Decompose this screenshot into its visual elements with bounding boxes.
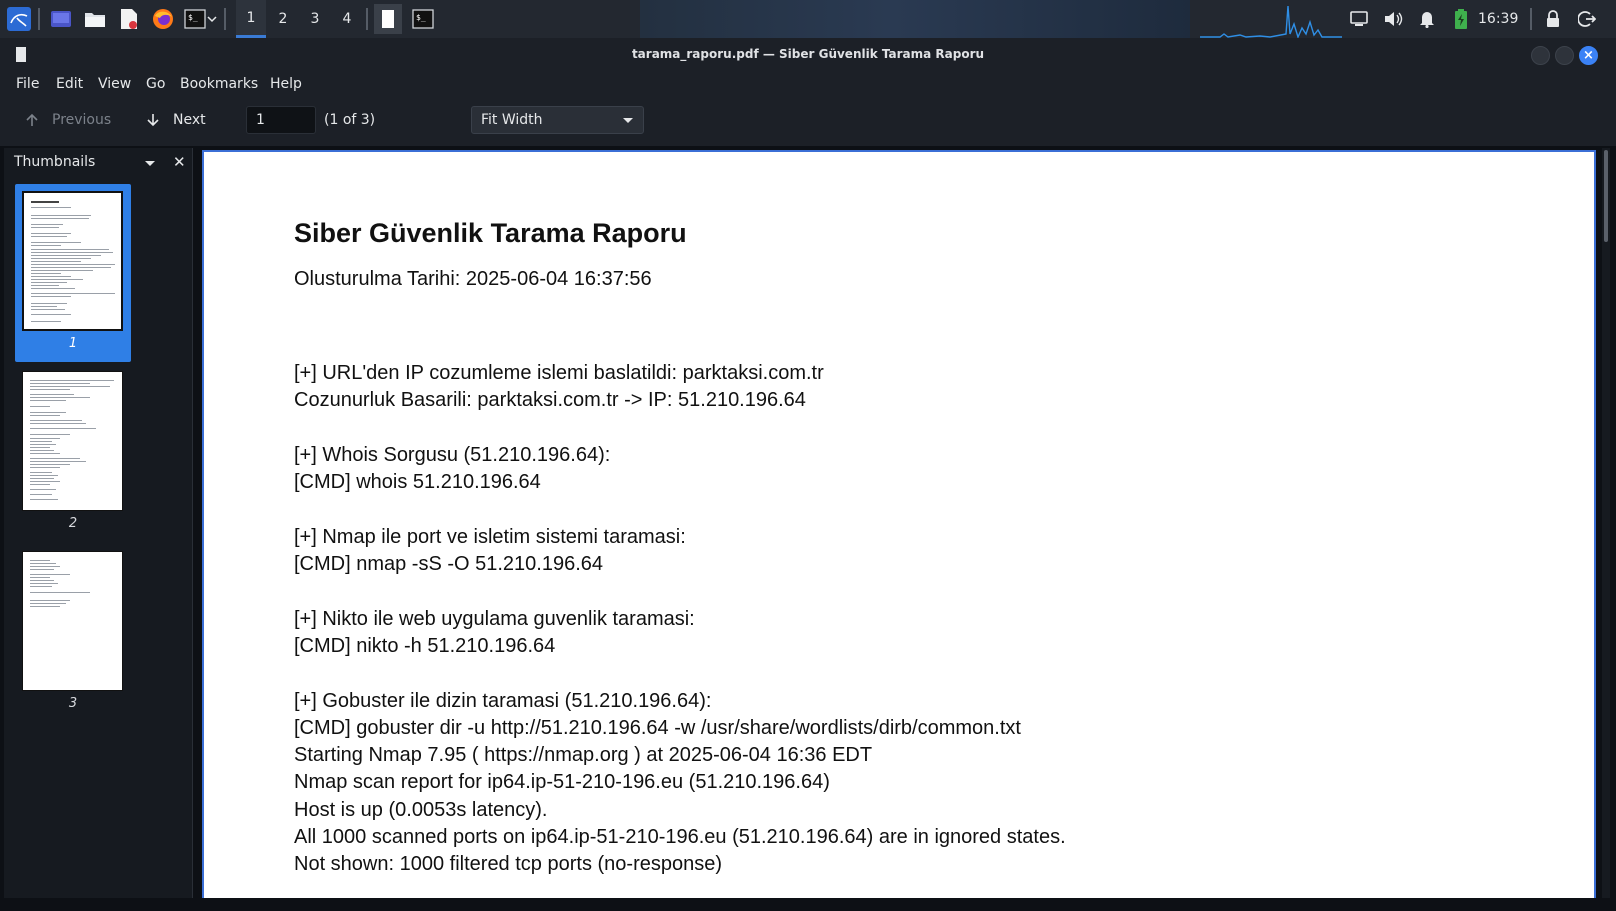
document-line: Not shown: 1000 filtered tcp ports (no-r… <box>294 853 722 876</box>
document-line: Cozunurluk Basarili: parktaksi.com.tr ->… <box>294 389 806 412</box>
page-count: (1 of 3) <box>324 112 376 128</box>
chevron-down-icon <box>623 118 633 123</box>
thumbnail-page-1[interactable]: 1 <box>15 184 131 362</box>
workspace-label: 4 <box>342 11 352 27</box>
document-line: [CMD] gobuster dir -u http://51.210.196.… <box>294 716 1021 739</box>
document-line: [+] Gobuster ile dizin taramasi (51.210.… <box>294 689 712 712</box>
page-thumbnail <box>22 551 123 691</box>
window-titlebar: tarama_raporu.pdf — Siber Güvenlik Taram… <box>0 38 1616 70</box>
document-title: Siber Güvenlik Tarama Raporu <box>294 218 687 248</box>
file-manager-icon[interactable] <box>82 6 108 32</box>
terminal-task-icon[interactable]: $_ <box>410 6 436 32</box>
menu-go[interactable]: Go <box>146 76 165 92</box>
next-page-button[interactable]: Next <box>147 112 206 128</box>
thumbnail-label: 2 <box>68 516 78 531</box>
workspace-3[interactable]: 3 <box>300 0 330 38</box>
menu-help[interactable]: Help <box>270 76 302 92</box>
menu-bookmarks[interactable]: Bookmarks <box>180 76 258 92</box>
sidebar-title[interactable]: Thumbnails <box>14 154 95 170</box>
close-button[interactable]: × <box>1579 46 1598 65</box>
document-line: Nmap scan report for ip64.ip-51-210-196.… <box>294 771 830 794</box>
document-view[interactable]: Siber Güvenlik Tarama Raporu Olusturulma… <box>196 148 1602 898</box>
firefox-icon[interactable] <box>150 6 176 32</box>
workspace-label: 2 <box>278 11 288 27</box>
dropdown-icon[interactable] <box>204 6 220 32</box>
next-label: Next <box>173 112 206 128</box>
clock[interactable]: 16:39 <box>1478 11 1518 27</box>
display-icon[interactable] <box>1346 6 1372 32</box>
arrow-down-icon <box>147 114 159 127</box>
notification-bell-icon[interactable] <box>1414 6 1440 32</box>
page-thumbnail <box>22 371 123 511</box>
workspace-label: 1 <box>246 9 256 26</box>
document-line: Host is up (0.0053s latency). <box>294 798 548 821</box>
close-icon: × <box>1583 48 1594 63</box>
workspace-label: 3 <box>310 11 320 27</box>
battery-charging-icon <box>1448 6 1474 32</box>
kali-menu-icon[interactable] <box>6 6 32 32</box>
thumbnail-label: 3 <box>68 696 78 711</box>
document-line: [+] Nmap ile port ve isletim sistemi tar… <box>294 525 686 548</box>
thumbnails-sidebar: Thumbnails ✕ 1 2 3 <box>4 148 193 898</box>
previous-label: Previous <box>52 112 112 128</box>
scrollbar-thumb[interactable] <box>1604 150 1608 242</box>
page-number-input[interactable]: 1 <box>246 106 316 134</box>
window-bottom-edge <box>0 898 1616 911</box>
document-line: [+] Whois Sorgusu (51.210.196.64): <box>294 443 611 466</box>
pdf-page: Siber Güvenlik Tarama Raporu Olusturulma… <box>202 150 1596 898</box>
workspace-2[interactable]: 2 <box>268 0 298 38</box>
arrow-up-icon <box>26 113 38 126</box>
document-line: All 1000 scanned ports on ip64.ip-51-210… <box>294 826 1066 849</box>
document-line: [CMD] whois 51.210.196.64 <box>294 471 541 494</box>
logout-icon[interactable] <box>1574 6 1600 32</box>
page-thumbnail <box>22 191 123 331</box>
zoom-value: Fit Width <box>481 112 543 128</box>
zoom-select[interactable]: Fit Width <box>471 106 644 134</box>
desktop-icon[interactable] <box>48 6 74 32</box>
taskbar: $_ 1 2 3 4 $_ 16:39 <box>0 0 1616 38</box>
document-line: Starting Nmap 7.95 ( https://nmap.org ) … <box>294 744 873 767</box>
document-line: [CMD] nmap -sS -O 51.210.196.64 <box>294 553 604 576</box>
chevron-down-icon[interactable] <box>145 161 155 166</box>
document-line: [+] Nikto ile web uygulama guvenlik tara… <box>294 607 695 630</box>
document-date: Olusturulma Tarihi: 2025-06-04 16:37:56 <box>294 268 652 290</box>
thumbnail-page-3[interactable]: 3 <box>15 544 131 724</box>
previous-page-button[interactable]: Previous <box>26 112 111 128</box>
volume-icon[interactable] <box>1380 6 1406 32</box>
vertical-scrollbar[interactable] <box>1602 148 1610 898</box>
menu-file[interactable]: File <box>16 76 39 92</box>
svg-text:$_: $_ <box>416 13 426 22</box>
minimize-button[interactable] <box>1531 46 1550 65</box>
menu-bar: File Edit View Go Bookmarks Help <box>0 70 1616 98</box>
network-graph-icon <box>1200 4 1342 38</box>
close-sidebar-icon[interactable]: ✕ <box>173 153 186 171</box>
lock-icon[interactable] <box>1540 6 1566 32</box>
menu-view[interactable]: View <box>98 76 131 92</box>
thumbnail-label: 1 <box>68 336 78 351</box>
menu-edit[interactable]: Edit <box>56 76 83 92</box>
document-line: [CMD] nikto -h 51.210.196.64 <box>294 634 556 657</box>
toolbar: Previous Next 1 (1 of 3) Fit Width <box>0 98 1616 146</box>
thumbnail-page-2[interactable]: 2 <box>15 364 131 544</box>
document-viewer-task-icon[interactable] <box>374 4 402 34</box>
svg-text:$_: $_ <box>188 13 198 22</box>
document-body: [+] URL'den IP cozumleme islemi baslatil… <box>294 360 1066 879</box>
document-line: [+] URL'den IP cozumleme islemi baslatil… <box>294 362 824 384</box>
text-editor-icon[interactable] <box>116 6 142 32</box>
window-title: tarama_raporu.pdf — Siber Güvenlik Taram… <box>631 47 985 61</box>
workspace-4[interactable]: 4 <box>332 0 362 38</box>
maximize-button[interactable] <box>1555 46 1574 65</box>
workspace-1[interactable]: 1 <box>236 0 266 38</box>
